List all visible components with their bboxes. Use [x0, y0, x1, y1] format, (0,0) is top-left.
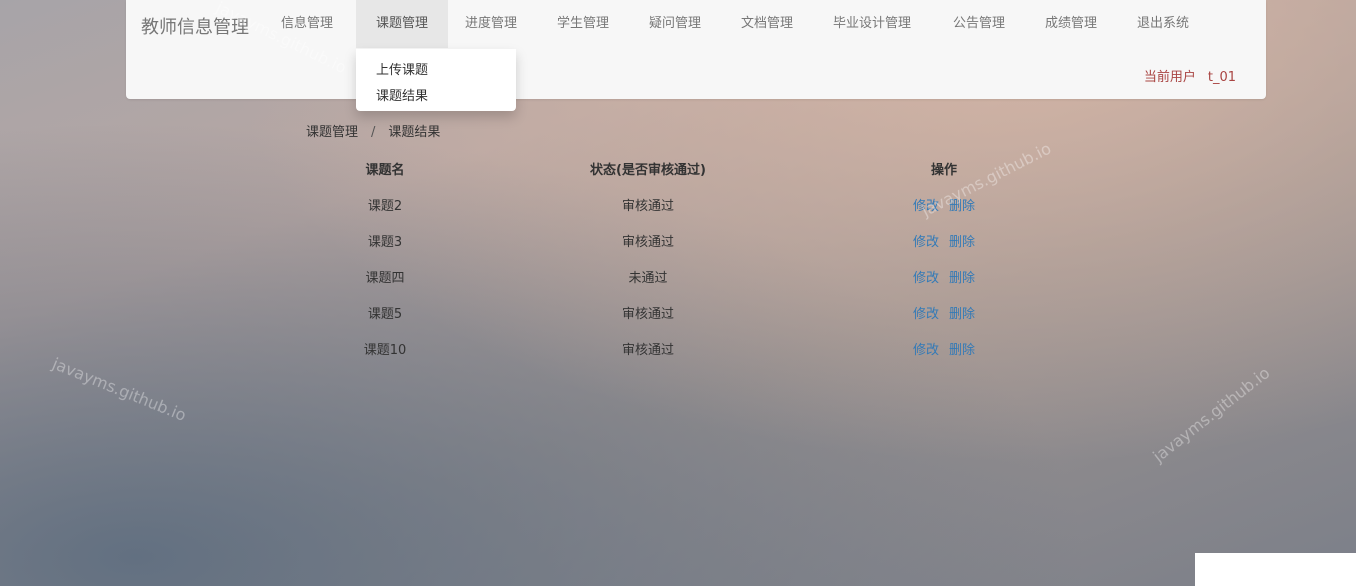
delete-link[interactable]: 删除 — [949, 199, 975, 214]
nav-item-logout[interactable]: 退出系统 — [1120, 0, 1206, 48]
actions-cell: 修改 删除 — [864, 231, 1024, 250]
actions-cell: 修改 删除 — [864, 195, 1024, 214]
watermark: javayms.github.io — [1149, 363, 1274, 466]
delete-link[interactable]: 删除 — [949, 235, 975, 250]
table-header-status: 状态(是否审核通过) — [590, 163, 706, 178]
dropdown-item-upload-topic[interactable]: 上传课题 — [376, 59, 428, 78]
status-cell: 审核通过 — [621, 199, 674, 214]
status-cell: 审核通过 — [621, 307, 674, 322]
topic-name-cell: 课题5 — [367, 307, 403, 322]
delete-link[interactable]: 删除 — [949, 271, 975, 286]
nav-item-progress[interactable]: 进度管理 — [448, 0, 534, 48]
nav-item-document[interactable]: 文档管理 — [724, 0, 810, 48]
breadcrumb-item-topic-results: 课题结果 — [388, 125, 441, 140]
edit-link[interactable]: 修改 — [913, 199, 939, 214]
top-navbar: 教师信息管理 信息管理 课题管理 进度管理 学生管理 疑问管理 文档管理 毕业设… — [126, 0, 1266, 99]
nav-item-graduation-design[interactable]: 毕业设计管理 — [820, 0, 924, 48]
dropdown-item-topic-results[interactable]: 课题结果 — [376, 85, 428, 104]
nav-item-grade[interactable]: 成绩管理 — [1028, 0, 1114, 48]
edit-link[interactable]: 修改 — [913, 271, 939, 286]
nav-item-question[interactable]: 疑问管理 — [632, 0, 718, 48]
topic-name-cell: 课题10 — [363, 343, 407, 358]
breadcrumb: 课题管理 / 课题结果 — [306, 121, 440, 140]
edit-link[interactable]: 修改 — [913, 343, 939, 358]
status-cell: 审核通过 — [621, 235, 674, 250]
nav-item-info[interactable]: 信息管理 — [264, 0, 350, 48]
topic-name-cell: 课题3 — [367, 235, 403, 250]
actions-cell: 修改 删除 — [864, 339, 1024, 358]
edit-link[interactable]: 修改 — [913, 307, 939, 322]
current-user: 当前用户 t_01 — [1144, 66, 1236, 85]
topic-name-cell: 课题四 — [365, 271, 405, 286]
nav-item-announcement[interactable]: 公告管理 — [936, 0, 1022, 48]
status-cell: 审核通过 — [621, 343, 674, 358]
nav-item-topic[interactable]: 课题管理 — [356, 0, 448, 48]
edit-link[interactable]: 修改 — [913, 235, 939, 250]
topic-dropdown-menu: 上传课题 课题结果 — [356, 49, 516, 111]
topic-name-cell: 课题2 — [367, 199, 403, 214]
table-header-actions: 操作 — [930, 163, 957, 178]
table-header-topic-name: 课题名 — [365, 163, 405, 178]
breadcrumb-separator: / — [371, 125, 376, 140]
current-user-name: t_01 — [1207, 70, 1236, 85]
delete-link[interactable]: 删除 — [949, 343, 975, 358]
delete-link[interactable]: 删除 — [949, 307, 975, 322]
corner-overlay-box — [1195, 553, 1356, 586]
watermark: javayms.github.io — [49, 353, 190, 426]
current-user-label: 当前用户 — [1143, 70, 1196, 85]
brand-title[interactable]: 教师信息管理 — [141, 13, 249, 39]
nav-item-student[interactable]: 学生管理 — [540, 0, 626, 48]
actions-cell: 修改 删除 — [864, 303, 1024, 322]
actions-cell: 修改 删除 — [864, 267, 1024, 286]
breadcrumb-item-topic-management[interactable]: 课题管理 — [306, 125, 358, 140]
status-cell: 未通过 — [628, 271, 668, 286]
